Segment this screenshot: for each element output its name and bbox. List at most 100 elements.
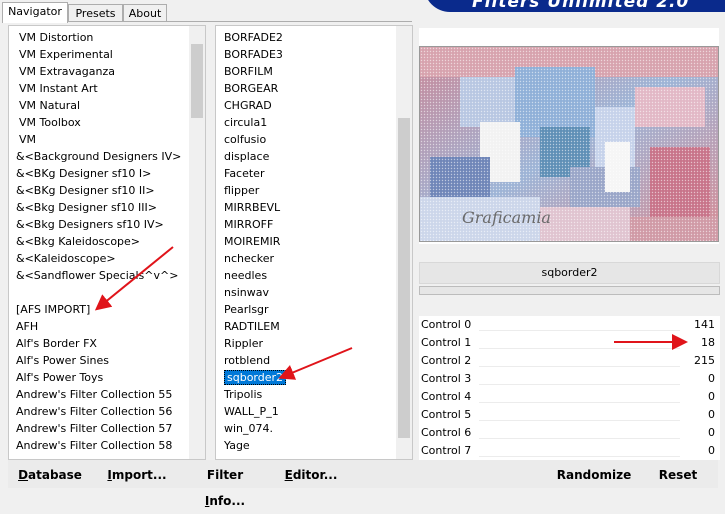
category-item[interactable]: VM Experimental: [19, 46, 113, 63]
category-item[interactable]: VM Distortion: [19, 29, 93, 46]
category-item[interactable]: VM Natural: [19, 97, 80, 114]
filter-item-label: nsinwav: [224, 286, 269, 299]
filter-item[interactable]: flipper: [224, 182, 259, 199]
filter-item-label: flipper: [224, 184, 260, 197]
tab-presets[interactable]: Presets: [68, 4, 123, 21]
filter-list[interactable]: BORFADE2 BORFADE3 BORFILM BORGEAR CHGRAD circ…: [215, 25, 413, 460]
filter-item[interactable]: needles: [224, 267, 267, 284]
control-value: 18: [701, 336, 715, 349]
filter-item[interactable]: nsinwav: [224, 284, 269, 301]
category-item[interactable]: Andrew's Filter Collection 58: [16, 437, 172, 454]
filter-scrollbar[interactable]: [396, 26, 412, 459]
filter-item-label: circula1: [224, 116, 268, 129]
control-slider[interactable]: [479, 402, 680, 403]
control-row[interactable]: Control 2 215: [419, 352, 720, 370]
category-item[interactable]: &<Sandflower Specials^v^>: [16, 267, 178, 284]
filter-item[interactable]: Faceter: [224, 165, 264, 182]
category-item[interactable]: Alf's Border FX: [16, 335, 97, 352]
category-item[interactable]: VM Instant Art: [19, 80, 98, 97]
control-slider[interactable]: [479, 384, 680, 385]
filter-item[interactable]: BORFADE2: [224, 29, 283, 46]
reset-button[interactable]: Reset: [650, 462, 706, 486]
filter-item[interactable]: sqborder2: [224, 369, 287, 386]
filter-item[interactable]: CHGRAD: [224, 97, 272, 114]
randomize-button[interactable]: Randomize: [552, 462, 636, 486]
logo-text: Filters Unlimited 2.0: [472, 0, 690, 12]
control-label: Control 4: [421, 390, 472, 403]
filter-item[interactable]: BORGEAR: [224, 80, 278, 97]
category-item[interactable]: VM Extravaganza: [19, 63, 115, 80]
category-item[interactable]: VM Toolbox: [19, 114, 81, 131]
filter-item[interactable]: MIRRBEVL: [224, 199, 280, 216]
filter-item-label: MIRROFF: [224, 218, 274, 231]
category-item[interactable]: AFH: [16, 318, 38, 335]
category-item[interactable]: &<Bkg Designer sf10 III>: [16, 199, 157, 216]
category-item[interactable]: Andrew's Filter Collection 55: [16, 386, 172, 403]
filter-item[interactable]: nchecker: [224, 250, 274, 267]
filter-item[interactable]: win_074.: [224, 420, 273, 437]
tab-navigator[interactable]: Navigator: [2, 2, 68, 23]
filter-scroll-thumb[interactable]: [398, 118, 410, 438]
control-row[interactable]: Control 4 0: [419, 388, 720, 406]
filter-item[interactable]: BORFADE3: [224, 46, 283, 63]
filter-item-label: BORFADE2: [224, 31, 283, 44]
filter-item[interactable]: MOIREMIR: [224, 233, 280, 250]
filter-item-label: colfusio: [224, 133, 267, 146]
editor-button[interactable]: Editor...: [280, 462, 342, 486]
control-slider[interactable]: [479, 456, 680, 457]
control-row[interactable]: Control 6 0: [419, 424, 720, 442]
filter-item[interactable]: Rippler: [224, 335, 263, 352]
category-item[interactable]: [AFS IMPORT]: [16, 301, 90, 318]
control-slider[interactable]: [479, 348, 680, 349]
category-list[interactable]: VM Distortion VM Experimental VM Extravaga…: [8, 25, 206, 460]
category-item[interactable]: Andrew's Filter Collection 56: [16, 403, 172, 420]
control-slider[interactable]: [479, 366, 680, 367]
category-scrollbar[interactable]: [189, 26, 205, 459]
filter-item-label: nchecker: [224, 252, 275, 265]
control-label: Control 0: [421, 318, 472, 331]
filter-item[interactable]: MIRROFF: [224, 216, 273, 233]
filter-item[interactable]: WALL_P_1: [224, 403, 279, 420]
database-button[interactable]: Database: [14, 462, 86, 486]
filter-item[interactable]: Yage: [224, 437, 250, 454]
filter-item[interactable]: BORFILM: [224, 63, 273, 80]
control-value: 0: [708, 426, 715, 439]
category-item[interactable]: Alf's Power Sines: [16, 352, 109, 369]
category-item[interactable]: &<BKg Designer sf10 II>: [16, 182, 155, 199]
filter-name-display: sqborder2: [419, 262, 720, 284]
filter-item[interactable]: displace: [224, 148, 269, 165]
control-label: Control 1: [421, 336, 472, 349]
control-row[interactable]: Control 0 141: [419, 316, 720, 334]
filter-item-label: BORFADE3: [224, 48, 283, 61]
filter-item-label: displace: [224, 150, 270, 163]
category-item[interactable]: Alf's Power Toys: [16, 369, 103, 386]
control-row[interactable]: Control 3 0: [419, 370, 720, 388]
control-row[interactable]: Control 1 18: [419, 334, 720, 352]
filter-item[interactable]: rotblend: [224, 352, 270, 369]
category-item[interactable]: &<Bkg Designers sf10 IV>: [16, 216, 164, 233]
filter-item-label: BORFILM: [224, 65, 273, 78]
filter-item[interactable]: Pearlsgr: [224, 301, 269, 318]
category-item[interactable]: Andrew's Filter Collection 57: [16, 420, 172, 437]
filter-item[interactable]: circula1: [224, 114, 267, 131]
filter-info-button[interactable]: Filter Info...: [186, 462, 264, 508]
control-value: 141: [694, 318, 715, 331]
category-item[interactable]: &<BKg Designer sf10 I>: [16, 165, 151, 182]
app-logo: Filters Unlimited 2.0: [424, 0, 725, 12]
tab-about[interactable]: About: [123, 4, 167, 21]
category-scroll-thumb[interactable]: [191, 44, 203, 118]
filter-item[interactable]: RADTILEM: [224, 318, 280, 335]
category-item[interactable]: VM: [19, 131, 36, 148]
category-item[interactable]: &<Background Designers IV>: [16, 148, 181, 165]
filter-item[interactable]: Tripolis: [224, 386, 262, 403]
control-row[interactable]: Control 5 0: [419, 406, 720, 424]
control-slider[interactable]: [479, 420, 680, 421]
filter-item[interactable]: colfusio: [224, 131, 266, 148]
category-item[interactable]: &<Bkg Kaleidoscope>: [16, 233, 140, 250]
control-value: 0: [708, 408, 715, 421]
category-item[interactable]: &<Kaleidoscope>: [16, 250, 116, 267]
control-row[interactable]: Control 7 0: [419, 442, 720, 460]
control-slider[interactable]: [479, 330, 680, 331]
import-button[interactable]: Import...: [104, 462, 170, 486]
control-slider[interactable]: [479, 438, 680, 439]
